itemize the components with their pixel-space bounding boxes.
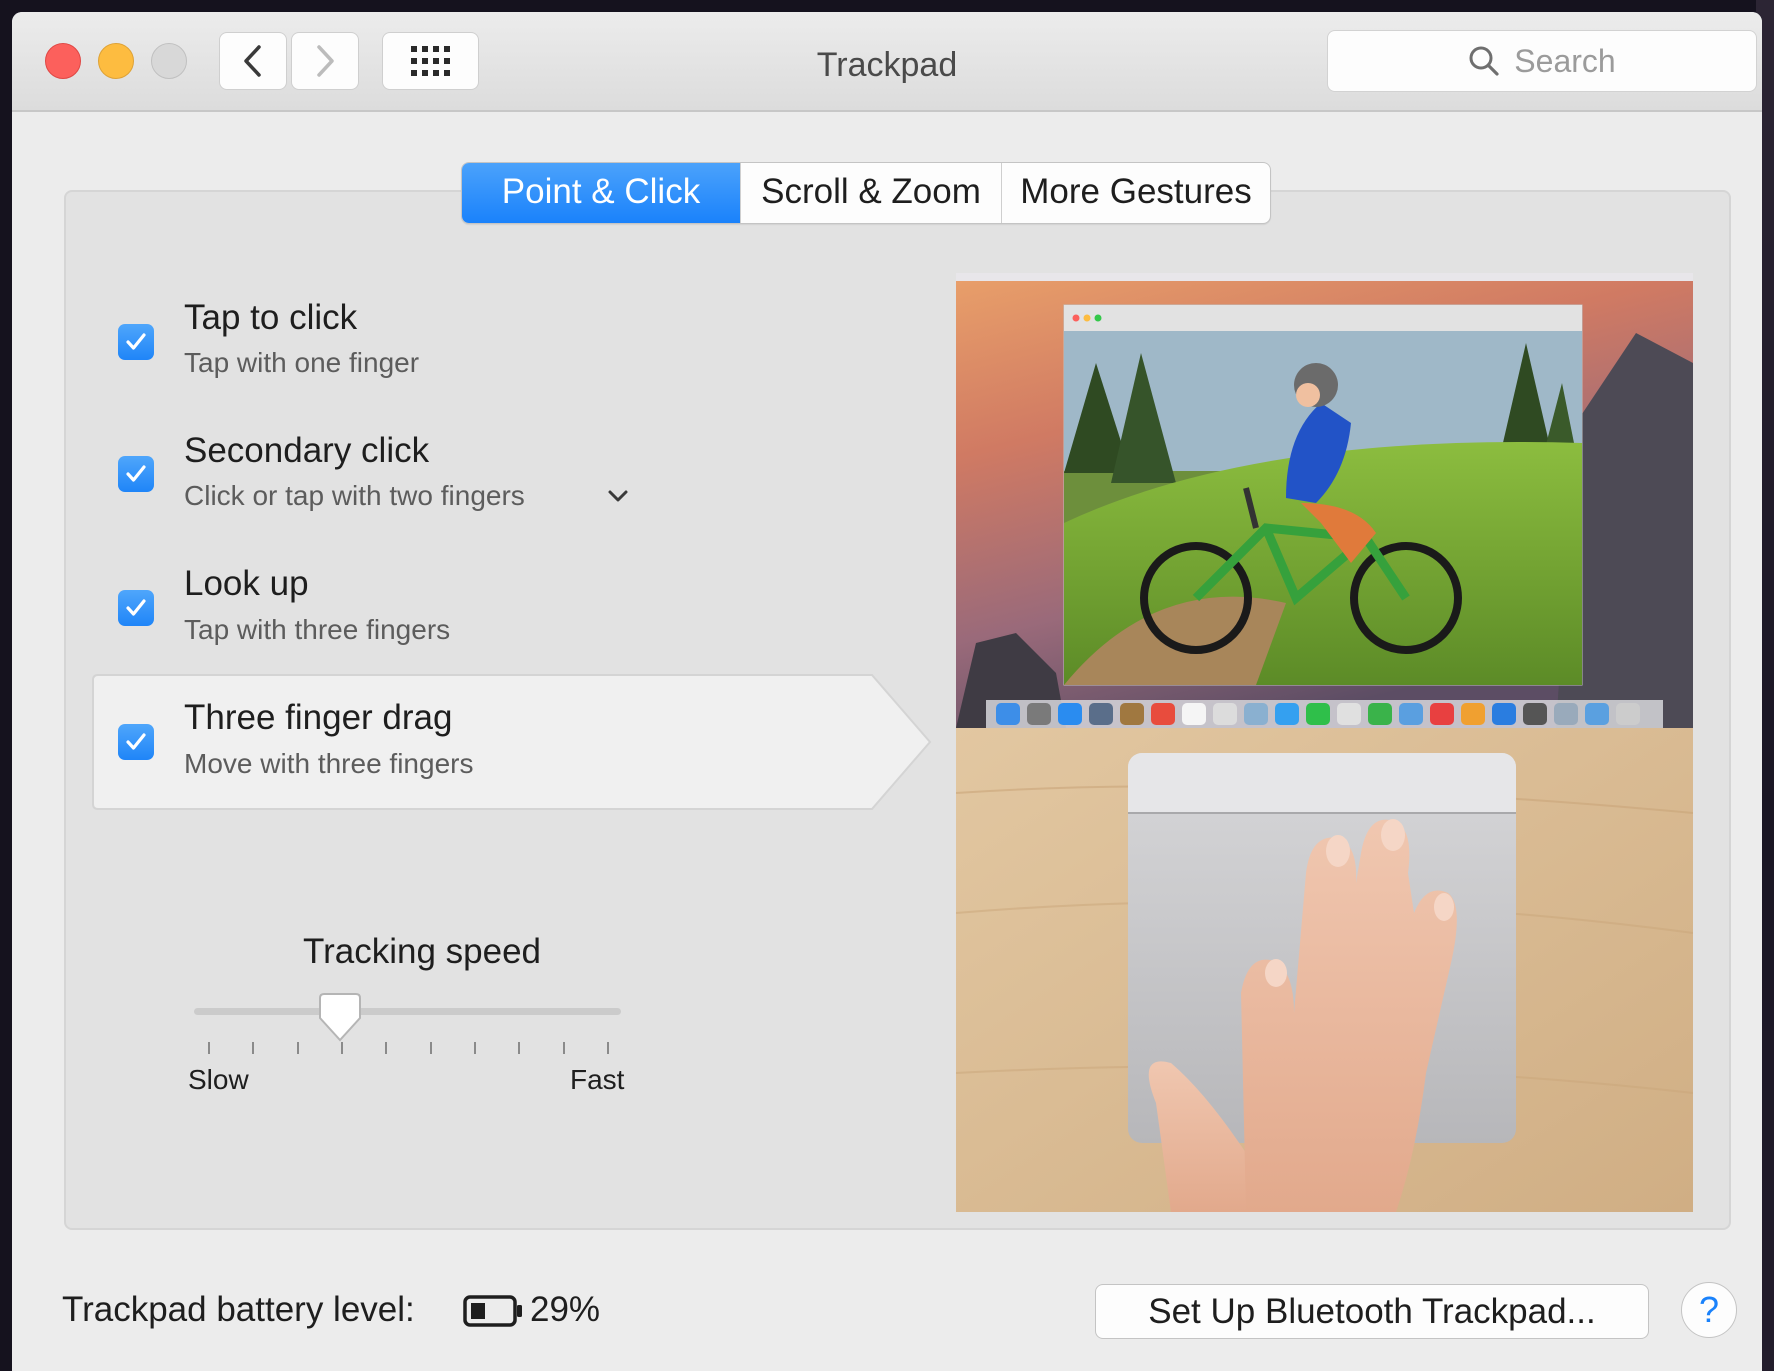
dock-app-icon: [1213, 703, 1237, 725]
tap-to-click-description: Tap with one finger: [184, 347, 420, 378]
dock-app-icon: [1120, 703, 1144, 725]
slow-label: Slow: [188, 1064, 249, 1095]
dock-app-icon: [996, 703, 1020, 725]
gesture-preview-image: [956, 273, 1693, 1212]
dock-app-icon: [1151, 703, 1175, 725]
checkmark-icon: [126, 599, 146, 616]
secondary-click-checkbox[interactable]: [118, 456, 154, 492]
title-bar: Trackpad Search: [12, 12, 1762, 112]
three-finger-drag-label[interactable]: Three finger drag: [184, 698, 452, 738]
search-icon: [1469, 46, 1499, 76]
checkmark-icon: [126, 733, 146, 750]
look-up-description: Tap with three fingers: [184, 614, 451, 645]
dock-app-icon: [1430, 703, 1454, 725]
tab-point-click[interactable]: Point & Click: [462, 163, 740, 223]
dock-app-icon: [1058, 703, 1082, 725]
dock-app-icon: [1616, 703, 1640, 725]
dock-app-icon: [1585, 703, 1609, 725]
tab-more-gestures[interactable]: More Gestures: [1001, 163, 1270, 223]
dock-app-icon: [1399, 703, 1423, 725]
battery-icon: [463, 1295, 522, 1327]
slider-tick: [208, 1042, 210, 1054]
slider-tick: [562, 1042, 565, 1054]
chevron-down-icon[interactable]: [606, 488, 630, 504]
secondary-click-label[interactable]: Secondary click: [184, 431, 429, 471]
dock-app-icon: [1461, 703, 1485, 725]
tap-to-click-checkbox[interactable]: [118, 324, 154, 360]
help-button[interactable]: ?: [1681, 1282, 1737, 1338]
slider-tick: [429, 1042, 432, 1054]
battery-percent: 29%: [530, 1290, 601, 1329]
battery-level-label: Trackpad battery level:: [62, 1290, 415, 1329]
tracking-speed-slider-thumb[interactable]: [318, 992, 362, 1044]
slider-tick: [607, 1042, 609, 1054]
dock-app-icon: [1492, 703, 1516, 725]
dock-app-icon: [1182, 703, 1206, 725]
checkmark-icon: [126, 333, 146, 350]
secondary-click-description: Click or tap with two fingers: [184, 480, 525, 511]
fast-label: Fast: [570, 1064, 625, 1095]
search-field[interactable]: Search: [1327, 30, 1757, 92]
dock-app-icon: [1027, 703, 1051, 725]
dock-app-icon: [1554, 703, 1578, 725]
tracking-speed-track[interactable]: [194, 1008, 621, 1015]
dock-app-icon: [1306, 703, 1330, 725]
setup-bluetooth-trackpad-button[interactable]: Set Up Bluetooth Trackpad...: [1095, 1284, 1649, 1339]
tap-to-click-label[interactable]: Tap to click: [184, 298, 357, 338]
dock-app-icon: [1275, 703, 1299, 725]
three-finger-drag-checkbox[interactable]: [118, 724, 154, 760]
tab-bar: Point & Click Scroll & Zoom More Gesture…: [461, 162, 1271, 224]
slider-tick: [518, 1042, 521, 1054]
look-up-label[interactable]: Look up: [184, 564, 309, 604]
tracking-speed-title: Tracking speed: [303, 932, 541, 971]
three-finger-drag-description: Move with three fingers: [184, 748, 474, 779]
slider-tick: [474, 1042, 476, 1054]
dock-app-icon: [1089, 703, 1113, 725]
dock-app-icon: [1523, 703, 1547, 725]
selected-option-highlight: [92, 674, 932, 810]
slider-tick: [296, 1042, 299, 1054]
slider-tick: [252, 1042, 255, 1054]
dock-app-icon: [1337, 703, 1361, 725]
search-placeholder: Search: [1514, 42, 1616, 79]
look-up-checkbox[interactable]: [118, 590, 154, 626]
system-preferences-window: Trackpad Search Point & Click Scroll & Z…: [12, 12, 1762, 1371]
checkmark-icon: [126, 465, 146, 482]
slider-tick: [385, 1042, 388, 1054]
tab-scroll-zoom[interactable]: Scroll & Zoom: [740, 163, 1001, 223]
dock-app-icon: [1368, 703, 1392, 725]
dock-app-icon: [1244, 703, 1268, 725]
